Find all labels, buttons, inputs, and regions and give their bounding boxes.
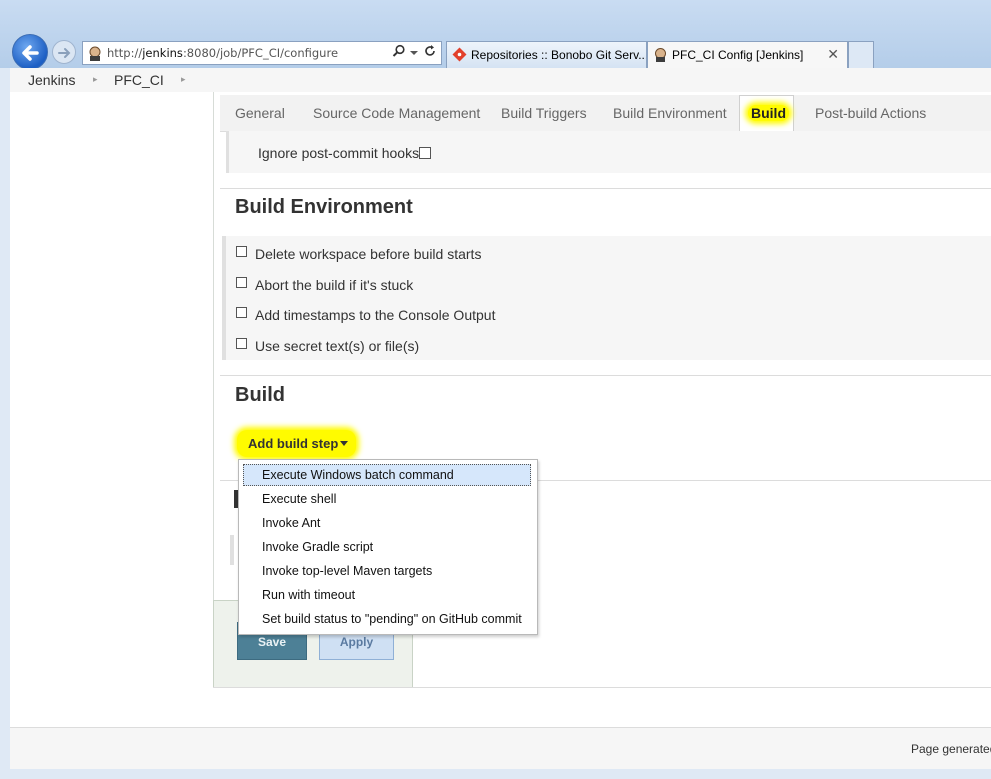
tab-build-environment[interactable]: Build Environment	[613, 105, 727, 121]
divider	[220, 188, 991, 189]
breadcrumb-jenkins[interactable]: Jenkins	[28, 72, 75, 88]
breadcrumb-pfc-ci[interactable]: PFC_CI	[114, 72, 164, 88]
forward-arrow-icon	[58, 48, 71, 58]
address-bar[interactable]: http://jenkins:8080/job/PFC_CI/configure	[82, 41, 442, 65]
add-timestamps-label: Add timestamps to the Console Output	[255, 307, 496, 323]
menu-item-windows-batch[interactable]: Execute Windows batch command	[243, 464, 531, 486]
address-tools[interactable]	[392, 44, 437, 61]
caret-down-icon	[340, 441, 348, 446]
divider	[213, 92, 214, 688]
breadcrumb: Jenkins ▸ PFC_CI ▸	[10, 68, 991, 93]
jenkins-favicon-icon	[89, 46, 101, 61]
abort-stuck-label: Abort the build if it's stuck	[255, 277, 414, 293]
build-environment-heading: Build Environment	[235, 196, 413, 218]
add-build-step-button[interactable]: Add build step	[237, 430, 356, 457]
tab-label: PFC_CI Config [Jenkins]	[672, 48, 804, 62]
dropdown-arrow-icon[interactable]	[409, 48, 419, 58]
menu-item-invoke-ant[interactable]: Invoke Ant	[243, 512, 531, 534]
divider	[220, 375, 991, 376]
breadcrumb-separator-icon[interactable]: ▸	[93, 74, 98, 85]
footer: Page generated	[10, 727, 991, 770]
add-build-step-label: Add build step	[237, 430, 356, 457]
divider	[213, 687, 991, 688]
secret-text-label: Use secret text(s) or file(s)	[255, 338, 420, 354]
ignore-hooks-row: Ignore post-commit hooks	[226, 131, 991, 173]
refresh-icon[interactable]	[423, 44, 437, 58]
tab-build-label: Build	[748, 105, 789, 121]
tab-source-code-management[interactable]: Source Code Management	[313, 105, 480, 121]
new-tab-button[interactable]	[848, 41, 874, 68]
menu-item-execute-shell[interactable]: Execute shell	[243, 488, 531, 510]
menu-item-invoke-maven[interactable]: Invoke top-level Maven targets	[243, 560, 531, 582]
tab-build-triggers[interactable]: Build Triggers	[501, 105, 587, 121]
ignore-hooks-checkbox[interactable]	[419, 147, 431, 159]
tab-bonobo[interactable]: Repositories :: Bonobo Git Serv...	[446, 41, 647, 68]
search-icon[interactable]	[392, 44, 406, 58]
build-heading: Build	[235, 384, 285, 406]
menu-item-run-with-timeout[interactable]: Run with timeout	[243, 584, 531, 606]
tab-pfc-ci-config[interactable]: PFC_CI Config [Jenkins] ✕	[647, 41, 848, 68]
side-panel	[10, 92, 214, 692]
menu-item-invoke-gradle[interactable]: Invoke Gradle script	[243, 536, 531, 558]
git-icon	[452, 47, 467, 62]
ignore-hooks-label: Ignore post-commit hooks	[258, 145, 420, 161]
section-border	[230, 535, 234, 565]
secret-text-checkbox[interactable]	[236, 338, 247, 349]
tab-label: Repositories :: Bonobo Git Serv...	[471, 48, 647, 62]
delete-workspace-label: Delete workspace before build starts	[255, 246, 482, 262]
tab-build[interactable]: Build	[739, 95, 794, 131]
build-step-menu: Execute Windows batch command Execute sh…	[238, 459, 538, 635]
back-button[interactable]	[12, 34, 48, 70]
abort-stuck-checkbox[interactable]	[236, 277, 247, 288]
menu-item-github-pending[interactable]: Set build status to "pending" on GitHub …	[243, 608, 531, 630]
tab-post-build-actions[interactable]: Post-build Actions	[815, 105, 926, 121]
add-timestamps-checkbox[interactable]	[236, 307, 247, 318]
window-frame	[0, 769, 991, 779]
forward-button[interactable]	[52, 40, 76, 64]
jenkins-favicon-icon	[655, 48, 666, 62]
delete-workspace-checkbox[interactable]	[236, 246, 247, 257]
footer-text: Page generated	[911, 742, 991, 756]
config-tab-bar: General Source Code Management Build Tri…	[220, 95, 991, 132]
url-text: http://jenkins:8080/job/PFC_CI/configure	[107, 46, 339, 60]
back-arrow-icon	[22, 45, 39, 61]
tab-general[interactable]: General	[235, 105, 285, 121]
close-tab-icon[interactable]: ✕	[827, 46, 839, 63]
breadcrumb-separator-icon[interactable]: ▸	[181, 74, 186, 85]
